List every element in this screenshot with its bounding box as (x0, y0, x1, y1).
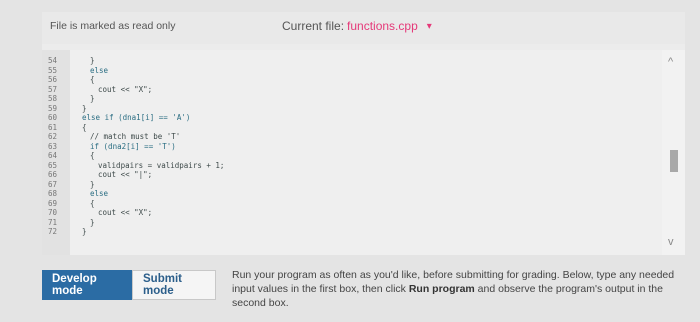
code-line[interactable]: else if (dna1[i] == 'A') (82, 113, 190, 122)
code-line[interactable]: } (90, 180, 95, 189)
line-number: 59 (48, 103, 58, 113)
code-line[interactable]: else (90, 189, 108, 198)
chevron-up-icon[interactable]: ^ (668, 56, 673, 68)
current-file-selector[interactable]: Current file: functions.cpp ▾ (282, 19, 432, 33)
code-line[interactable]: { (90, 151, 95, 160)
code-line[interactable]: else (90, 66, 108, 75)
code-line[interactable]: } (82, 227, 87, 236)
vertical-scrollbar[interactable]: ^ v (662, 50, 685, 255)
line-number: 58 (48, 94, 58, 103)
current-file-label: Current file: (282, 19, 345, 33)
code-line[interactable]: if (dna2[i] == 'T') (90, 142, 176, 151)
line-number: 68 (48, 189, 58, 198)
line-number: 64 (48, 151, 58, 160)
code-editor-panel: File is marked as read only Current file… (42, 12, 685, 255)
develop-mode-button[interactable]: Develop mode (42, 270, 132, 300)
editor-toolbar: File is marked as read only Current file… (42, 12, 685, 44)
scrollbar-thumb[interactable] (670, 150, 678, 172)
line-number: 70 (48, 208, 58, 217)
line-number: 69 (48, 198, 58, 208)
line-number: 72 (48, 227, 58, 236)
instructions-text: Run your program as often as you'd like,… (232, 268, 682, 310)
code-line[interactable]: } (90, 56, 95, 65)
code-line[interactable]: } (82, 104, 87, 113)
read-only-notice: File is marked as read only (50, 20, 176, 32)
mode-tabs: Develop mode Submit mode (42, 270, 216, 300)
line-number: 61 (48, 122, 58, 132)
line-number-gutter: 54 55 56 57 58 59 60 61 62 63 64 65 66 67 68 69 70 71 72 (42, 50, 70, 255)
code-line[interactable]: { (90, 75, 95, 84)
chevron-down-icon[interactable]: v (668, 236, 674, 248)
line-number: 66 (48, 170, 58, 179)
line-number: 56 (48, 75, 58, 84)
code-line[interactable]: // match must be 'T' (90, 132, 180, 141)
line-number: 55 (48, 65, 58, 75)
line-number: 71 (48, 217, 58, 227)
current-file-name[interactable]: functions.cpp (347, 19, 418, 33)
line-number: 60 (48, 113, 58, 122)
chevron-down-icon[interactable]: ▾ (427, 21, 432, 32)
line-number: 63 (48, 141, 58, 151)
code-line[interactable]: cout << "X"; (98, 85, 152, 94)
code-line[interactable]: validpairs = validpairs + 1; (98, 161, 224, 170)
code-line[interactable]: { (82, 123, 87, 132)
line-number: 57 (48, 84, 58, 94)
code-line[interactable]: } (90, 94, 95, 103)
code-line[interactable]: cout << "X"; (98, 208, 152, 217)
code-line[interactable]: } (90, 218, 95, 227)
code-area[interactable]: 54 55 56 57 58 59 60 61 62 63 64 65 66 67 68 69 70 71 72 }… (42, 50, 685, 255)
line-number: 54 (48, 56, 58, 65)
line-number: 62 (48, 132, 58, 141)
code-line[interactable]: { (90, 199, 95, 208)
run-program-reference: Run program (408, 283, 475, 295)
code-line[interactable]: cout << "|"; (98, 170, 152, 179)
submit-mode-button[interactable]: Submit mode (132, 270, 216, 300)
line-number: 67 (48, 179, 58, 189)
line-number: 65 (48, 160, 58, 170)
